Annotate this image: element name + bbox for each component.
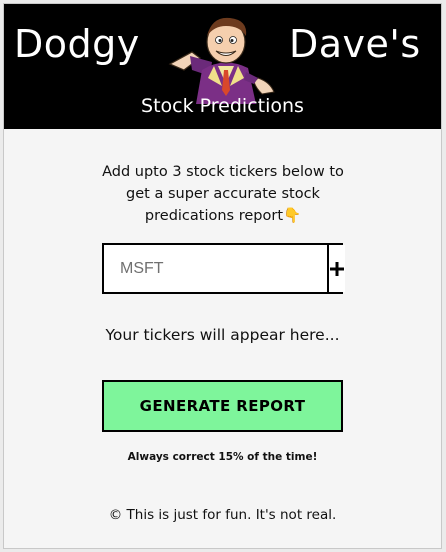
plus-icon	[330, 261, 344, 276]
add-ticker-button[interactable]	[327, 245, 345, 292]
app-panel: Dodgy Dave's Stock Predictions Add upto …	[3, 3, 442, 549]
header-subtitle: Stock Predictions	[141, 95, 304, 117]
footer-note: © This is just for fun. It's not real.	[108, 507, 337, 523]
brand-word-right: Dave's	[289, 22, 421, 66]
accuracy-disclaimer: Always correct 15% of the time!	[127, 451, 318, 463]
intro-line: predications report	[144, 208, 284, 224]
generate-report-button[interactable]: GENERATE REPORT	[102, 380, 343, 432]
pointing-down-emoji: 👇	[283, 208, 302, 224]
brand-word-left: Dodgy	[14, 22, 140, 66]
ticker-input[interactable]	[104, 245, 327, 292]
ticker-entry-row	[102, 243, 345, 294]
intro-line-3: predications report👇	[74, 205, 372, 227]
mascot-icon	[168, 17, 275, 104]
intro-line: get a super accurate stock	[126, 186, 320, 202]
intro-text: Add upto 3 stock tickers below to get a …	[74, 161, 372, 227]
tickers-placeholder-text: Your tickers will appear here...	[105, 326, 340, 344]
header-banner: Dodgy Dave's Stock Predictions	[4, 4, 441, 129]
intro-line: Add upto 3 stock tickers below to	[102, 164, 344, 180]
